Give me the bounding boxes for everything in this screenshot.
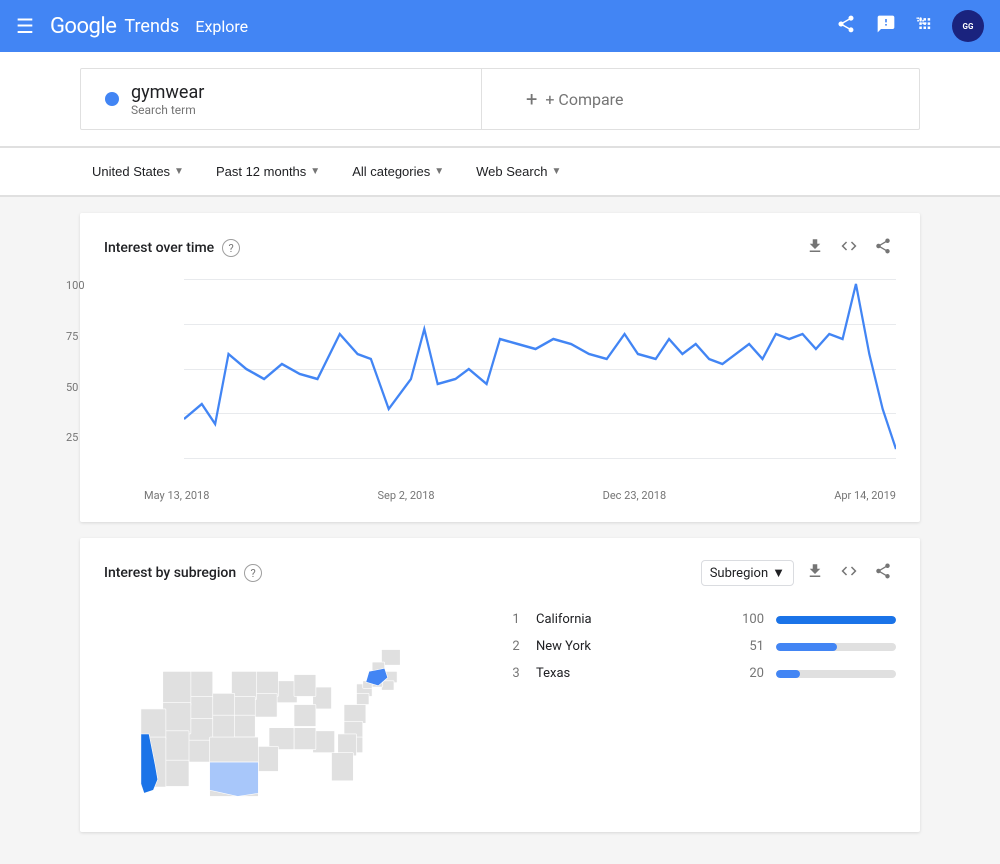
bar-3: [776, 670, 896, 678]
card-actions-interest: [802, 233, 896, 263]
y-label-100: 100: [66, 279, 85, 292]
region-score-1: 100: [734, 612, 764, 627]
menu-icon[interactable]: ☰: [16, 14, 34, 38]
interest-by-subregion-card: Interest by subregion ? Subregion ▼: [80, 538, 920, 832]
chart-x-labels: May 13, 2018 Sep 2, 2018 Dec 23, 2018 Ap…: [144, 487, 896, 502]
region-arrow-icon: ▼: [174, 166, 184, 177]
explore-link[interactable]: Explore: [195, 17, 248, 36]
trends-text: Trends: [124, 16, 179, 37]
help-icon-subregion[interactable]: ?: [244, 564, 262, 582]
card-title-group-subregion: Interest by subregion ?: [104, 564, 262, 582]
card-actions-subregion: Subregion ▼: [701, 558, 896, 588]
rank-1: 1: [508, 612, 524, 627]
compare-label: + Compare: [545, 90, 623, 109]
bar-1: [776, 616, 896, 624]
x-label-may: May 13, 2018: [144, 489, 209, 502]
texas-state: [210, 762, 259, 796]
map-svg: [104, 612, 484, 812]
time-filter-label: Past 12 months: [216, 164, 306, 179]
header-right: GG: [832, 10, 984, 43]
us-map: [104, 612, 484, 812]
rank-3: 3: [508, 666, 524, 681]
feedback-icon[interactable]: [872, 10, 900, 43]
chart-wrapper: 100 75 50 25: [104, 279, 896, 502]
rankings-area: 1 California 100 2 New York 51 3: [508, 612, 896, 812]
embed-icon-interest[interactable]: [836, 233, 862, 263]
interest-over-time-card: Interest over time ? 100 75 50: [80, 213, 920, 522]
download-icon-subregion[interactable]: [802, 558, 828, 588]
search-term-box[interactable]: gymwear Search term: [81, 69, 461, 129]
category-filter-label: All categories: [352, 164, 430, 179]
subregion-content: 1 California 100 2 New York 51 3: [104, 604, 896, 812]
search-term-value: gymwear: [131, 82, 204, 103]
rank-2: 2: [508, 639, 524, 654]
bar-fill-1: [776, 616, 896, 624]
region-filter-label: United States: [92, 164, 170, 179]
apps-icon[interactable]: [912, 10, 940, 43]
search-container: gymwear Search term + + Compare: [0, 52, 1000, 148]
y-label-25: 25: [66, 431, 85, 444]
ranking-row-2: 2 New York 51: [508, 639, 896, 654]
app-header: ☰ Google Trends Explore GG: [0, 0, 1000, 52]
search-type-arrow-icon: ▼: [551, 166, 561, 177]
embed-icon-subregion[interactable]: [836, 558, 862, 588]
avatar-text: GG: [963, 22, 974, 31]
category-arrow-icon: ▼: [434, 166, 444, 177]
region-filter[interactable]: United States ▼: [80, 158, 196, 185]
search-term-type: Search term: [131, 103, 204, 117]
ranking-row-1: 1 California 100: [508, 612, 896, 627]
header-left: ☰ Google Trends Explore: [16, 14, 248, 39]
bar-fill-3: [776, 670, 800, 678]
divider: [481, 69, 482, 129]
share-icon[interactable]: [832, 10, 860, 43]
compare-plus-icon: +: [526, 87, 537, 111]
category-filter[interactable]: All categories ▼: [340, 158, 456, 185]
bar-fill-2: [776, 643, 837, 651]
search-type-filter[interactable]: Web Search ▼: [464, 158, 573, 185]
share-icon-interest[interactable]: [870, 233, 896, 263]
google-text: Google: [50, 14, 116, 39]
region-score-3: 20: [734, 666, 764, 681]
card-title-subregion: Interest by subregion: [104, 565, 236, 581]
time-filter[interactable]: Past 12 months ▼: [204, 158, 332, 185]
x-label-sep: Sep 2, 2018: [377, 489, 434, 502]
bar-2: [776, 643, 896, 651]
card-header-subregion: Interest by subregion ? Subregion ▼: [104, 558, 896, 588]
share-icon-subregion[interactable]: [870, 558, 896, 588]
region-score-2: 51: [734, 639, 764, 654]
y-label-50: 50: [66, 381, 85, 394]
download-icon-interest[interactable]: [802, 233, 828, 263]
avatar[interactable]: GG: [952, 10, 984, 42]
region-name-3: Texas: [536, 666, 722, 681]
search-type-label: Web Search: [476, 164, 547, 179]
logo: Google Trends: [50, 14, 179, 39]
card-title-interest: Interest over time: [104, 240, 214, 256]
chart-svg: [184, 279, 896, 459]
subregion-dropdown-label: Subregion: [710, 566, 768, 581]
subregion-dropdown-arrow: ▼: [772, 565, 785, 581]
term-color-dot: [105, 92, 119, 106]
x-label-dec: Dec 23, 2018: [603, 489, 667, 502]
chart-area: [184, 279, 896, 479]
search-term-info: gymwear Search term: [131, 82, 204, 117]
compare-button[interactable]: + + Compare: [502, 69, 919, 129]
chart-y-labels: 100 75 50 25: [66, 279, 85, 482]
ranking-row-3: 3 Texas 20: [508, 666, 896, 681]
help-icon-interest[interactable]: ?: [222, 239, 240, 257]
x-label-apr: Apr 14, 2019: [834, 489, 896, 502]
filters-bar: United States ▼ Past 12 months ▼ All cat…: [0, 148, 1000, 197]
region-name-1: California: [536, 612, 722, 627]
card-header-interest: Interest over time ?: [104, 233, 896, 263]
y-label-75: 75: [66, 330, 85, 343]
subregion-dropdown[interactable]: Subregion ▼: [701, 560, 794, 586]
main-content: Interest over time ? 100 75 50: [0, 197, 1000, 864]
time-arrow-icon: ▼: [310, 166, 320, 177]
card-title-group: Interest over time ?: [104, 239, 240, 257]
region-name-2: New York: [536, 639, 722, 654]
